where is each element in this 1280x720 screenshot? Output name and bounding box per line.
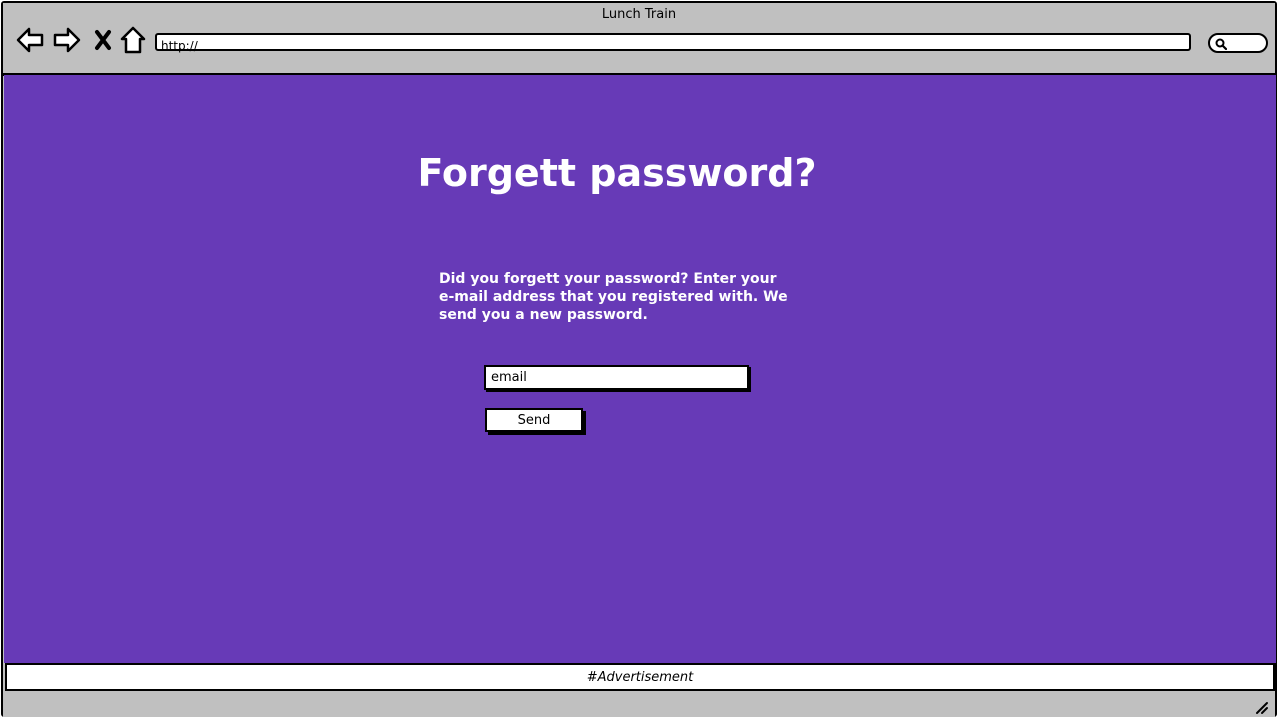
send-button[interactable]: Send: [485, 408, 583, 432]
advertisement-bar: #Advertisement: [5, 663, 1275, 691]
instructions-text: Did you forgett your password? Enter you…: [439, 271, 788, 323]
home-icon[interactable]: [118, 25, 148, 55]
browser-window: Lunch Train http:// Forgett password? Di…: [1, 1, 1277, 717]
back-arrow-icon[interactable]: [15, 25, 45, 55]
page-content: Forgett password? Did you forgett your p…: [4, 75, 1276, 663]
address-text: http://: [161, 39, 198, 53]
email-input[interactable]: [484, 365, 749, 390]
advertisement-text: #Advertisement: [586, 670, 694, 685]
address-bar[interactable]: http://: [155, 33, 1191, 53]
page-title: Forgett password?: [417, 151, 817, 195]
close-x-icon[interactable]: [88, 25, 118, 55]
forward-arrow-icon[interactable]: [52, 25, 82, 55]
magnifier-icon: [1215, 38, 1227, 50]
browser-toolbar: Lunch Train http://: [3, 3, 1275, 76]
search-field[interactable]: [1208, 33, 1268, 53]
window-title: Lunch Train: [601, 7, 677, 22]
status-bar: [3, 693, 1275, 717]
resize-grip-icon[interactable]: [1253, 699, 1269, 715]
